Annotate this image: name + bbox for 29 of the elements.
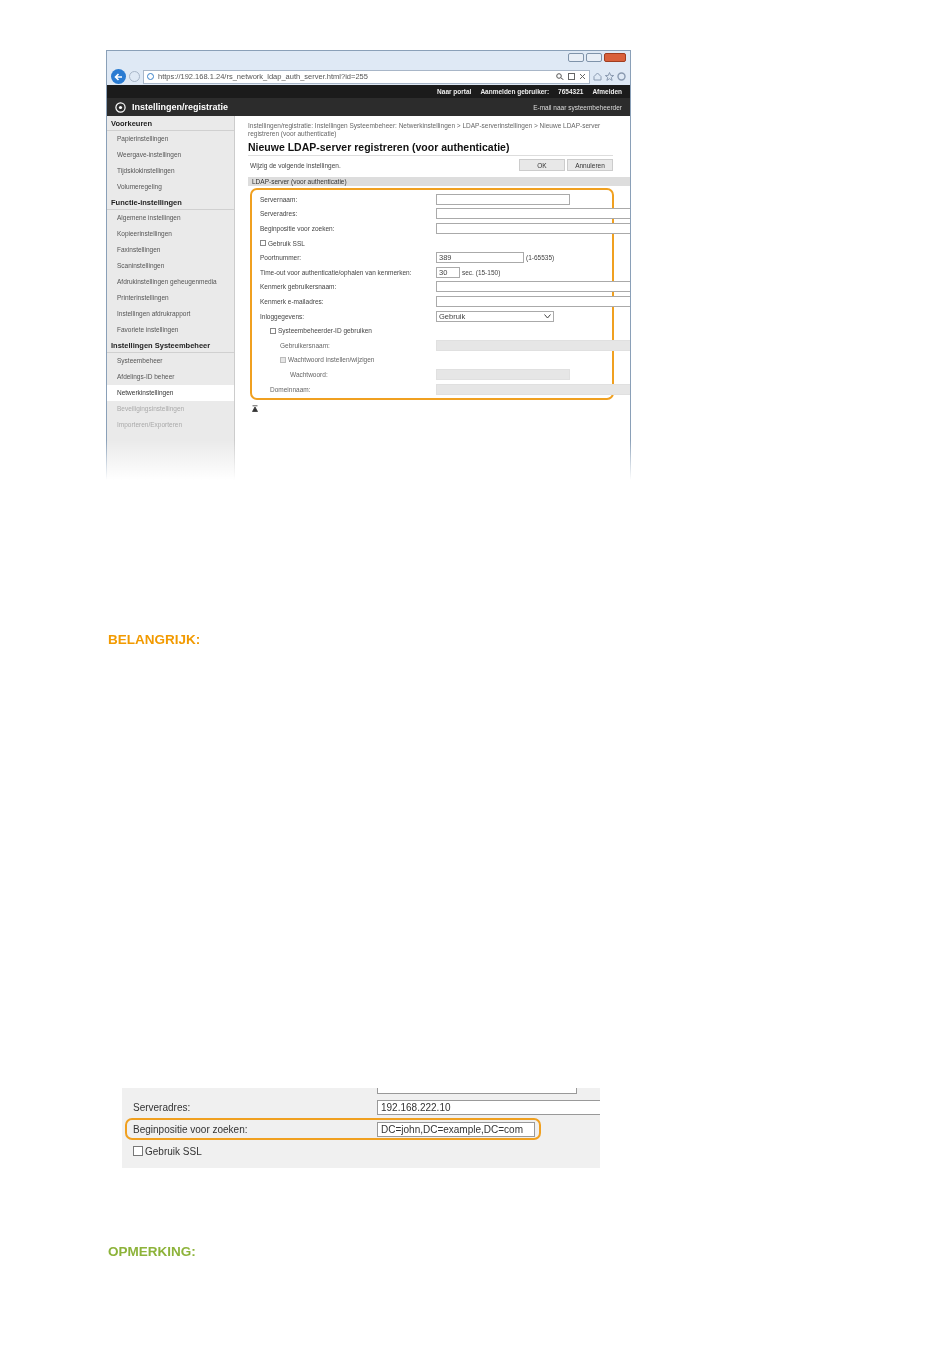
close-icon — [579, 73, 586, 80]
input-field[interactable] — [436, 193, 570, 205]
star-icon — [605, 72, 614, 81]
gear-icon — [115, 101, 126, 113]
chevron-down-icon — [544, 313, 551, 319]
input-field[interactable]: DC=john,DC=example,DC=com — [377, 1121, 535, 1137]
checkbox-label: Gebruik SSL — [145, 1145, 202, 1157]
note-heading: BELANGRIJK: — [108, 632, 201, 647]
search-icon — [556, 73, 564, 80]
minimize-button[interactable] — [568, 53, 584, 62]
field-label: Serveradres: — [132, 1101, 192, 1113]
input-field[interactable] — [436, 281, 630, 293]
input-field[interactable] — [436, 208, 630, 220]
checkbox[interactable] — [133, 1146, 143, 1156]
input-field[interactable] — [436, 223, 630, 234]
left-arrow-icon — [114, 72, 123, 81]
home-icon — [593, 72, 602, 81]
back-to-top-icon — [252, 405, 258, 413]
back-button[interactable] — [111, 69, 126, 84]
checkbox[interactable] — [260, 240, 266, 247]
page-title: Nieuwe LDAP-server registreren (voor authenticatie) — [248, 141, 613, 156]
app-title: Instellingen/registratie — [132, 102, 230, 112]
close-button[interactable] — [604, 53, 626, 62]
field-label: Beginpositie voor zoeken: — [132, 1123, 249, 1135]
maximize-button[interactable] — [586, 53, 602, 62]
note-heading: OPMERKING: — [108, 1244, 196, 1259]
input-field[interactable] — [436, 295, 630, 307]
checkbox[interactable] — [270, 327, 276, 334]
input-field[interactable]: 192.168.222.10 — [377, 1099, 600, 1115]
